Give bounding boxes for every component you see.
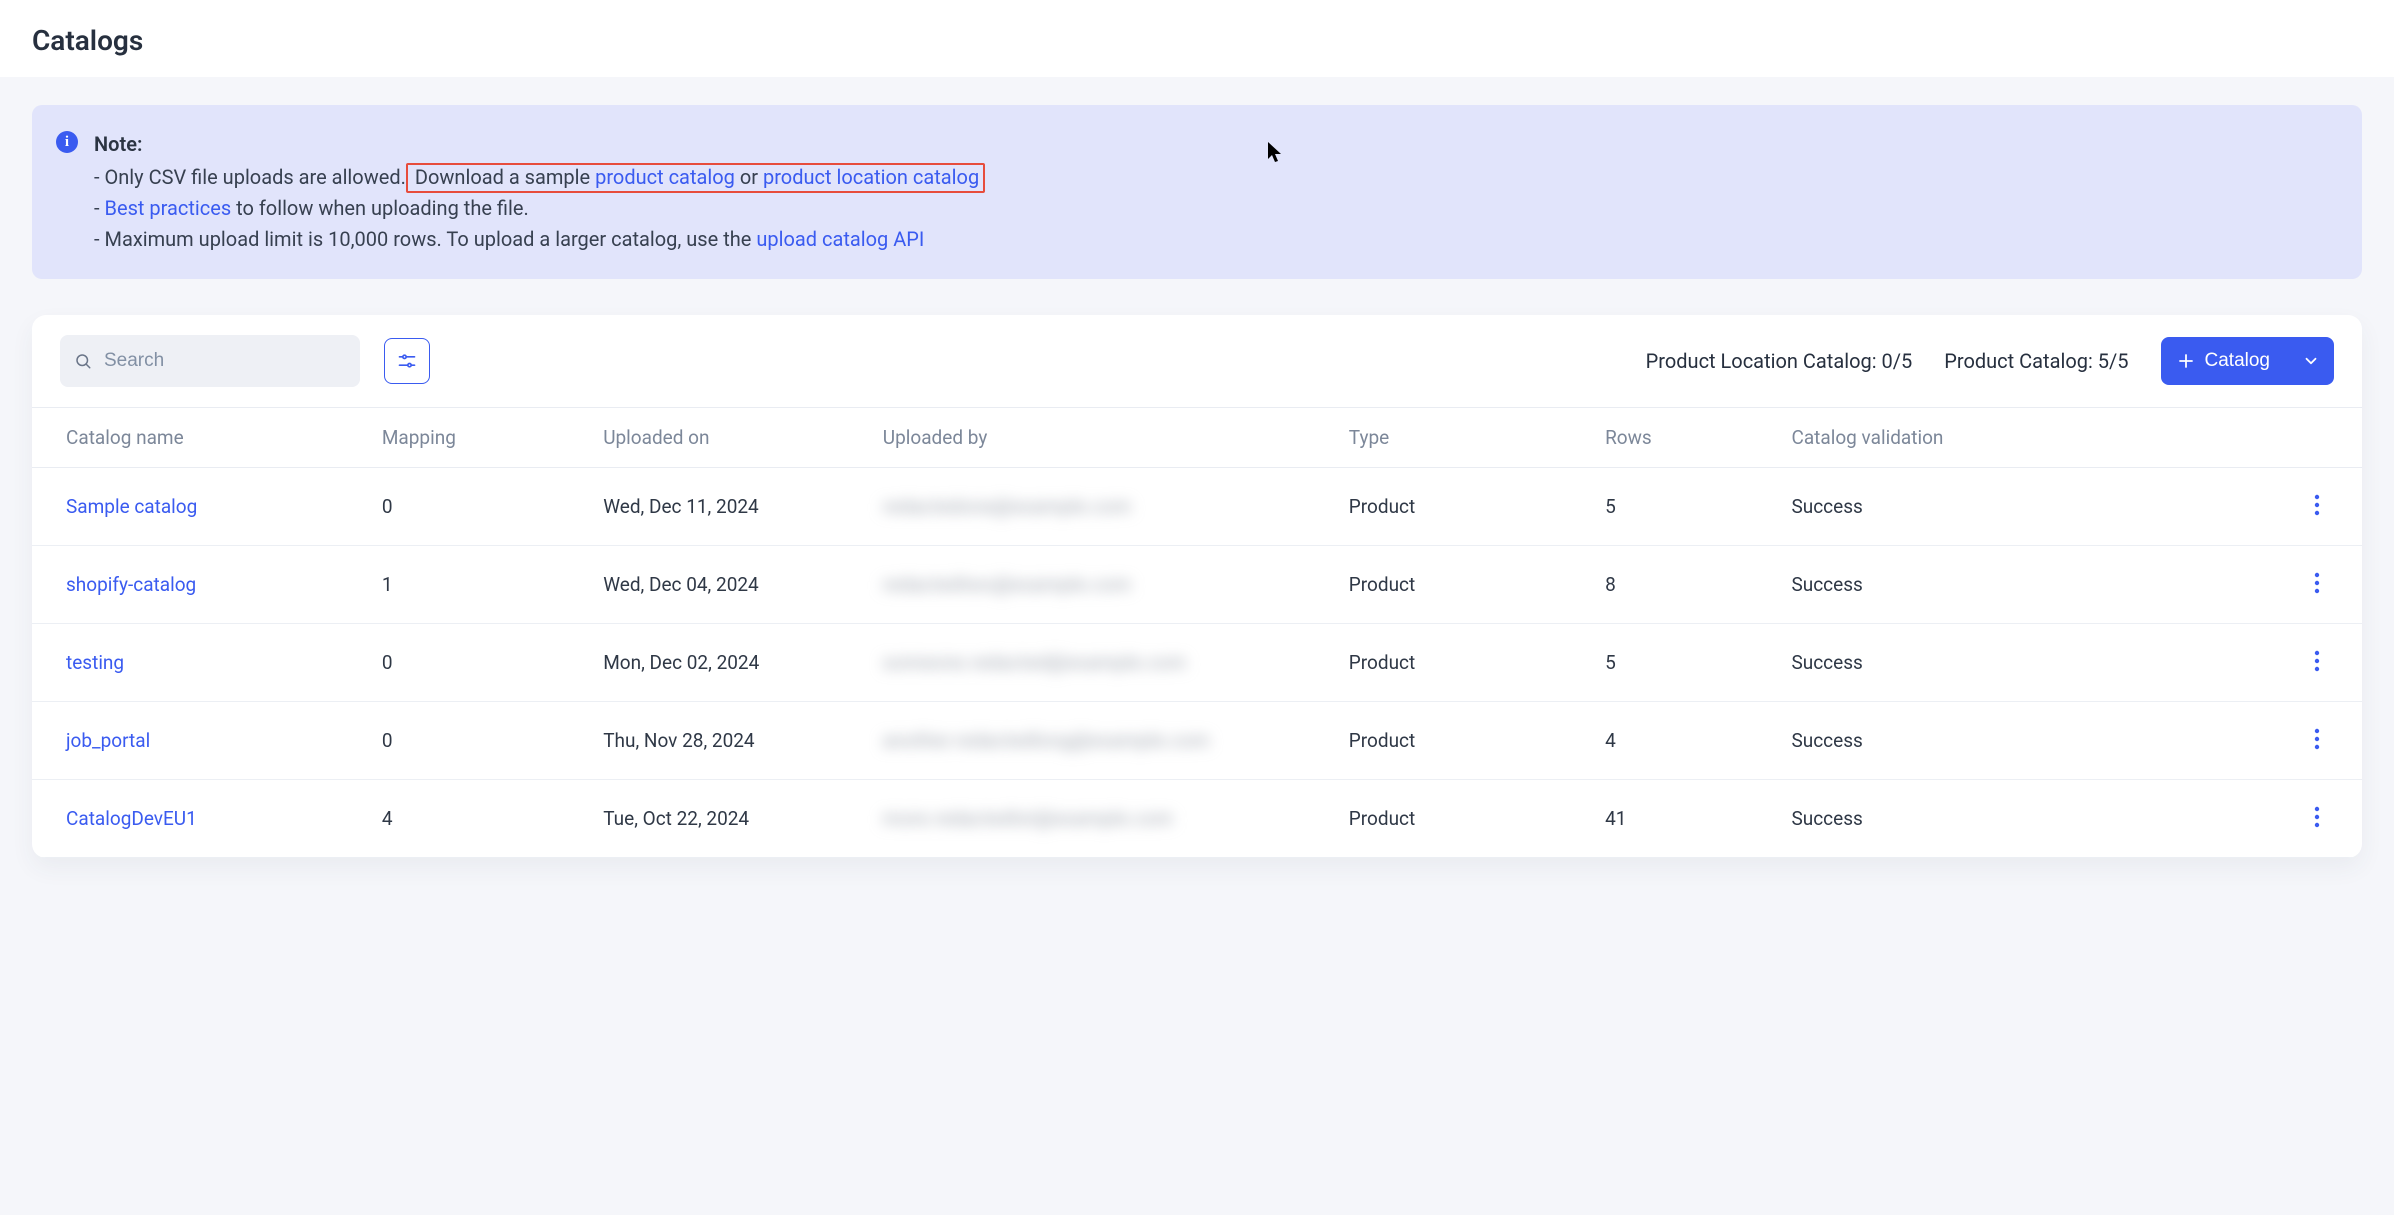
table-row: CatalogDevEU1 4Tue, Oct 22, 2024more.reda… [32,780,2362,858]
catalog-name-link[interactable]: job_portal [66,729,150,752]
sliders-icon [397,351,417,371]
th-validation: Catalog validation [1779,408,2198,468]
th-rows: Rows [1593,408,1779,468]
cell-mapping: 1 [370,546,591,624]
cell-mapping: 0 [370,468,591,546]
th-uploaded-on: Uploaded on [591,408,871,468]
table-row: job_portal 0Thu, Nov 28, 2024another.reda… [32,702,2362,780]
table-row: shopify-catalog 1Wed, Dec 04, 2024redacte… [32,546,2362,624]
cell-uploaded-by: someone.redacted@example.com [871,624,1337,702]
more-vertical-icon [2314,572,2320,594]
location-catalog-count: Product Location Catalog: 0/5 [1646,349,1913,373]
info-banner: i Note: - Only CSV file uploads are allo… [32,105,2362,279]
catalogs-card: Product Location Catalog: 0/5 Product Ca… [32,315,2362,858]
cell-validation: Success [1779,702,2198,780]
main-canvas: i Note: - Only CSV file uploads are allo… [0,77,2394,1215]
note-line-2-suffix: to follow when uploading the file. [231,196,529,220]
th-type: Type [1337,408,1593,468]
note-line-3: - Maximum upload limit is 10,000 rows. T… [94,224,985,255]
product-location-catalog-link[interactable]: product location catalog [763,165,979,189]
cell-uploaded-by: more.redactedtxt@example.com [871,780,1337,858]
catalog-name-link[interactable]: CatalogDevEU1 [66,807,197,830]
cell-uploaded-on: Tue, Oct 22, 2024 [591,780,871,858]
cell-validation: Success [1779,624,2198,702]
cell-uploaded-on: Wed, Dec 11, 2024 [591,468,871,546]
cell-validation: Success [1779,468,2198,546]
cell-rows: 41 [1593,780,1779,858]
cell-uploaded-by: redactedone@example.com [871,468,1337,546]
chevron-down-icon [2302,352,2320,370]
more-vertical-icon [2314,806,2320,828]
product-catalog-count-value: 5/5 [2098,349,2129,373]
product-catalog-link[interactable]: product catalog [595,165,735,189]
cell-uploaded-by: another.redactedlong@example.com [871,702,1337,780]
search-icon [74,352,92,370]
plus-icon [2177,352,2195,370]
cell-rows: 5 [1593,624,1779,702]
cell-mapping: 4 [370,780,591,858]
th-name: Catalog name [32,408,370,468]
cell-type: Product [1337,468,1593,546]
new-catalog-button[interactable]: Catalog [2161,337,2335,385]
cell-uploaded-by: redactedtwo@example.com [871,546,1337,624]
cell-type: Product [1337,780,1593,858]
note-title: Note: [94,129,985,160]
catalog-name-link[interactable]: Sample catalog [66,495,197,518]
cell-uploaded-on: Mon, Dec 02, 2024 [591,624,871,702]
table-header-row: Catalog name Mapping Uploaded on Uploade… [32,408,2362,468]
row-actions-button[interactable] [2306,800,2328,837]
annotation-highlight: Download a sample product catalog or pro… [406,163,985,193]
row-actions-button[interactable] [2306,722,2328,759]
catalogs-table: Catalog name Mapping Uploaded on Uploade… [32,407,2362,858]
search-input[interactable] [60,335,360,387]
row-actions-button[interactable] [2306,488,2328,525]
location-catalog-count-label: Product Location Catalog: [1646,349,1882,373]
cell-type: Product [1337,546,1593,624]
cell-mapping: 0 [370,702,591,780]
info-body: Note: - Only CSV file uploads are allowe… [94,129,985,255]
catalog-name-link[interactable]: shopify-catalog [66,573,196,596]
card-toolbar: Product Location Catalog: 0/5 Product Ca… [32,315,2362,407]
filter-button[interactable] [384,338,430,384]
info-icon: i [56,131,78,153]
cell-validation: Success [1779,780,2198,858]
more-vertical-icon [2314,650,2320,672]
more-vertical-icon [2314,494,2320,516]
cell-rows: 8 [1593,546,1779,624]
row-actions-button[interactable] [2306,644,2328,681]
search-wrap [60,335,360,387]
new-catalog-dropdown[interactable] [2288,337,2334,385]
cell-uploaded-on: Wed, Dec 04, 2024 [591,546,871,624]
note-line-1: - Only CSV file uploads are allowed. Dow… [94,162,985,193]
catalog-name-link[interactable]: testing [66,651,124,674]
note-line-3-prefix: - Maximum upload limit is 10,000 rows. T… [94,227,756,251]
th-uploaded-by: Uploaded by [871,408,1337,468]
row-actions-button[interactable] [2306,566,2328,603]
cell-type: Product [1337,624,1593,702]
cell-uploaded-on: Thu, Nov 28, 2024 [591,702,871,780]
th-mapping: Mapping [370,408,591,468]
cell-type: Product [1337,702,1593,780]
upload-catalog-api-link[interactable]: upload catalog API [756,227,924,251]
note-line-1-annot-mid: or [735,165,763,189]
cell-rows: 5 [1593,468,1779,546]
location-catalog-count-value: 0/5 [1882,349,1913,373]
note-line-2-prefix: - [94,196,105,220]
more-vertical-icon [2314,728,2320,750]
page-title: Catalogs [32,24,2362,57]
best-practices-link[interactable]: Best practices [105,196,232,220]
table-row: testing 0Mon, Dec 02, 2024someone.redacte… [32,624,2362,702]
note-line-1-prefix: - Only CSV file uploads are allowed. [94,165,406,189]
product-catalog-count: Product Catalog: 5/5 [1944,349,2128,373]
note-line-1-annot-pre: Download a sample [410,165,595,189]
product-catalog-count-label: Product Catalog: [1944,349,2098,373]
page-header: Catalogs [0,0,2394,77]
note-line-2: - Best practices to follow when uploadin… [94,193,985,224]
new-catalog-button-label: Catalog [2205,350,2271,372]
cell-rows: 4 [1593,702,1779,780]
table-row: Sample catalog 0Wed, Dec 11, 2024redacted… [32,468,2362,546]
cell-mapping: 0 [370,624,591,702]
cell-validation: Success [1779,546,2198,624]
